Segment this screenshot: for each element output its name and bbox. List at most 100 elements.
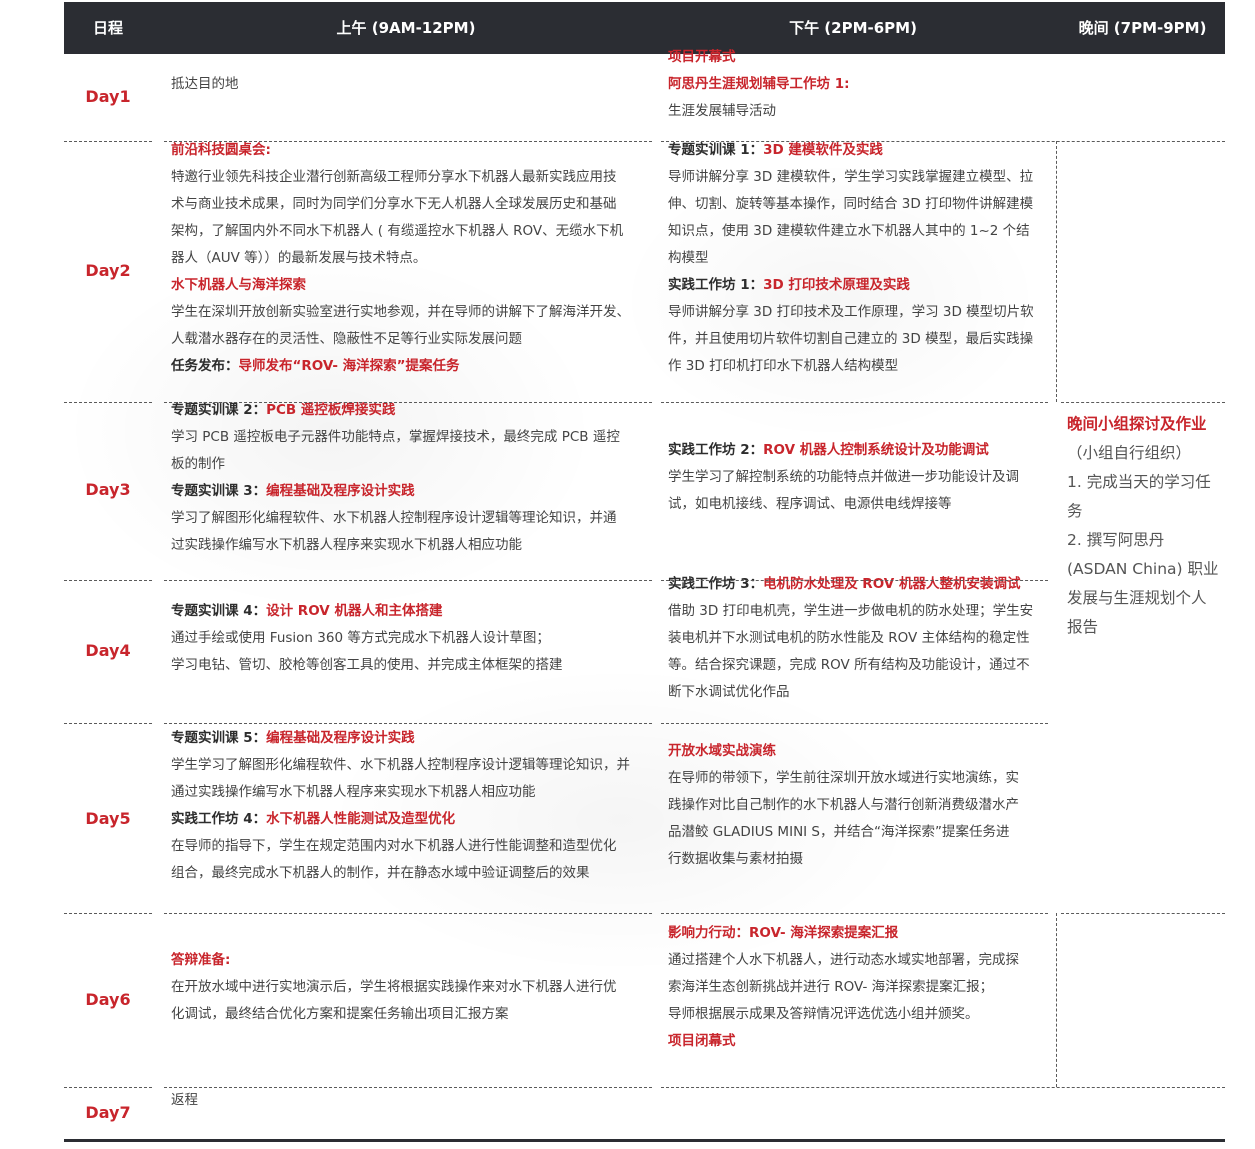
morning-line: 人载潜水器存在的灵活性、隐蔽性不足等行业实际发展问题	[171, 331, 522, 347]
morning-line: 组合，最终完成水下机器人的制作，并在静态水域中验证调整后的效果	[171, 865, 590, 881]
session-title: 3D 打印技术原理及实践	[763, 277, 910, 293]
row-divider	[164, 141, 652, 142]
morning-line: 通过手绘或使用 Fusion 360 等方式完成水下机器人设计草图；	[171, 630, 550, 646]
morning-line: 专题实训课 3：编程基础及程序设计实践	[171, 478, 646, 505]
session-type-label: 实践工作坊 1：	[668, 277, 764, 293]
morning-cell: 专题实训课 2：PCB 遥控板焊接实践 学习 PCB 遥控板电子元器件功能特点，掌…	[171, 397, 646, 559]
morning-line: 学习电钻、管切、胶枪等创客工具的使用、并完成主体框架的搭建	[171, 657, 563, 673]
row-divider	[164, 402, 652, 403]
evening-title: 晚间小组探讨及作业	[1067, 415, 1207, 433]
evening-line: (ASDAN China) 职业	[1067, 560, 1219, 578]
afternoon-line: 装电机并下水测试电机的防水性能及 ROV 主体结构的稳定性	[668, 630, 1030, 646]
evening-line: （小组自行组织）	[1067, 444, 1192, 462]
morning-line: 化调试，最终结合优化方案和提案任务输出项目汇报方案	[171, 1006, 509, 1022]
column-divider	[1056, 141, 1057, 402]
session-title: 编程基础及程序设计实践	[266, 730, 415, 746]
morning-line: 学习了解图形化编程软件、水下机器人控制程序设计逻辑等理论知识，并通	[171, 510, 617, 526]
session-type-label: 专题实训课 3：	[171, 483, 267, 499]
morning-line: 过实践操作编写水下机器人程序来实现水下机器人相应功能	[171, 537, 522, 553]
morning-cell: 答辩准备: 在开放水域中进行实地演示后，学生将根据实践操作来对水下机器人进行优 化调…	[171, 947, 646, 1028]
row-divider	[661, 580, 1048, 581]
session-type-label: 实践工作坊 4：	[171, 811, 267, 827]
afternoon-cell: 项目开幕式 阿思丹生涯规划辅导工作坊 1: 生涯发展辅导活动	[668, 44, 1053, 125]
morning-line: 任务发布：导师发布“ROV- 海洋探索”提案任务	[171, 353, 646, 380]
row-divider	[164, 1087, 652, 1088]
row-divider	[164, 913, 652, 914]
afternoon-line: 作 3D 打印机打印水下机器人结构模型	[668, 358, 899, 374]
afternoon-line: 构模型	[668, 250, 709, 266]
morning-line: 答辩准备:	[171, 952, 231, 968]
row-divider	[661, 1087, 1225, 1088]
row-divider	[64, 402, 152, 403]
afternoon-line: 项目闭幕式	[668, 1033, 736, 1049]
session-type-label: 专题实训课 4：	[171, 603, 267, 619]
session-title: 电机防水处理及 ROV 机器人整机安装调试	[763, 576, 1021, 592]
afternoon-line: 借助 3D 打印电机壳，学生进一步做电机的防水处理；学生安	[668, 603, 1034, 619]
afternoon-line: 导师根据展示成果及答辩情况评选优选小组并颁奖。	[668, 1006, 979, 1022]
afternoon-line: 学生学习了解控制系统的功能特点并做进一步功能设计及调	[668, 469, 1019, 485]
afternoon-cell: 实践工作坊 3：电机防水处理及 ROV 机器人整机安装调试 借助 3D 打印电机壳…	[668, 571, 1053, 706]
evening-line: 发展与生涯规划个人	[1067, 589, 1207, 607]
morning-line: 板的制作	[171, 456, 225, 472]
row-divider	[1061, 913, 1225, 914]
evening-block: 晚间小组探讨及作业 （小组自行组织） 1. 完成当天的学习任务 2. 撰写阿思丹 (A…	[1067, 410, 1227, 642]
row-divider	[164, 580, 652, 581]
session-type-label: 任务发布：	[171, 358, 239, 374]
session-type-label: 专题实训课 2：	[171, 402, 267, 418]
morning-line: 在导师的指导下，学生在规定范围内对水下机器人进行性能调整和造型优化	[171, 838, 617, 854]
afternoon-line: 等。结合探究课题，完成 ROV 所有结构及功能设计，通过不	[668, 657, 1030, 673]
morning-line: 术与商业技术成果，同时为同学们分享水下无人机器人全球发展历史和基础	[171, 196, 617, 212]
day-label: Day1	[85, 87, 131, 106]
session-title: 设计 ROV 机器人和主体搭建	[266, 603, 443, 619]
session-title: ROV 机器人控制系统设计及功能调试	[763, 442, 989, 458]
row-divider	[661, 913, 1048, 914]
morning-line: 水下机器人与海洋探索	[171, 277, 306, 293]
bottom-rule	[64, 1139, 1225, 1142]
day-label: Day5	[85, 809, 131, 828]
afternoon-line: 索海洋生态创新挑战并进行 ROV- 海洋探索提案汇报；	[668, 979, 994, 995]
day-label: Day4	[85, 641, 131, 660]
afternoon-cell: 专题实训课 1：3D 建模软件及实践 导师讲解分享 3D 建模软件，学生学习实践掌…	[668, 137, 1053, 380]
morning-line: 学生学习了解图形化编程软件、水下机器人控制程序设计逻辑等理论知识，并	[171, 757, 630, 773]
evening-line: 务	[1067, 502, 1083, 520]
header-morning: 上午 (9AM-12PM)	[336, 19, 476, 37]
afternoon-line: 件，并且使用切片软件切割自己建立的 3D 模型，最后实践操	[668, 331, 1034, 347]
session-type-label: 实践工作坊 2：	[668, 442, 764, 458]
row-divider	[64, 141, 152, 142]
afternoon-line: 践操作对比自己制作的水下机器人与潜行创新消费级潜水产	[668, 797, 1019, 813]
afternoon-line: 断下水调试优化作品	[668, 684, 790, 700]
row-divider	[1061, 402, 1225, 403]
afternoon-line: 阿思丹生涯规划辅导工作坊 1:	[668, 76, 850, 92]
afternoon-line: 在导师的带领下，学生前往深圳开放水域进行实地演练，实	[668, 770, 1019, 786]
afternoon-line: 导师讲解分享 3D 打印技术及工作原理，学习 3D 模型切片软	[668, 304, 1034, 320]
morning-cell: 专题实训课 5：编程基础及程序设计实践学生学习了解图形化编程软件、水下机器人控制…	[171, 725, 646, 887]
morning-cell: 返程	[171, 1087, 646, 1114]
morning-line: 学生在深圳开放创新实验室进行实地参观，并在导师的讲解下了解海洋开发、	[171, 304, 630, 320]
afternoon-line: 导师讲解分享 3D 建模软件，学生学习实践掌握建立模型、拉	[668, 169, 1034, 185]
session-type-label: 专题实训课 5：	[171, 730, 267, 746]
session-title: 水下机器人性能测试及造型优化	[266, 811, 456, 827]
afternoon-line: 试，如电机接线、程序调试、电源供电线焊接等	[668, 496, 952, 512]
day-label: Day6	[85, 990, 131, 1009]
morning-line: 在开放水域中进行实地演示后，学生将根据实践操作来对水下机器人进行优	[171, 979, 617, 995]
row-divider	[64, 580, 152, 581]
afternoon-line: 影响力行动：ROV- 海洋探索提案汇报	[668, 925, 899, 941]
session-type-label: 专题实训课 1：	[668, 142, 764, 158]
evening-line: 报告	[1067, 618, 1099, 636]
row-divider	[64, 913, 152, 914]
afternoon-line: 项目开幕式	[668, 49, 736, 65]
morning-cell: 抵达目的地	[171, 71, 646, 98]
afternoon-cell: 实践工作坊 2：ROV 机器人控制系统设计及功能调试学生学习了解控制系统的功能特…	[668, 437, 1053, 518]
afternoon-line: 实践工作坊 2：ROV 机器人控制系统设计及功能调试	[668, 437, 1053, 464]
morning-line: 通过实践操作编写水下机器人程序来实现水下机器人相应功能	[171, 784, 536, 800]
afternoon-line: 伸、切割、旋转等基本操作，同时结合 3D 打印物件讲解建模	[668, 196, 1034, 212]
row-divider	[661, 402, 1048, 403]
afternoon-cell: 影响力行动：ROV- 海洋探索提案汇报 通过搭建个人水下机器人，进行动态水域实地部…	[668, 920, 1053, 1055]
afternoon-line: 开放水域实战演练	[668, 743, 776, 759]
morning-cell: 专题实训课 4：设计 ROV 机器人和主体搭建通过手绘或使用 Fusion 36…	[171, 598, 646, 679]
row-divider	[661, 141, 1225, 142]
evening-line: 1. 完成当天的学习任	[1067, 473, 1211, 491]
morning-line: 学习 PCB 遥控板电子元器件功能特点，掌握焊接技术，最终完成 PCB 遥控	[171, 429, 620, 445]
row-divider	[64, 1087, 152, 1088]
evening-lines: （小组自行组织） 1. 完成当天的学习任务 2. 撰写阿思丹 (ASDAN China…	[1067, 439, 1227, 642]
